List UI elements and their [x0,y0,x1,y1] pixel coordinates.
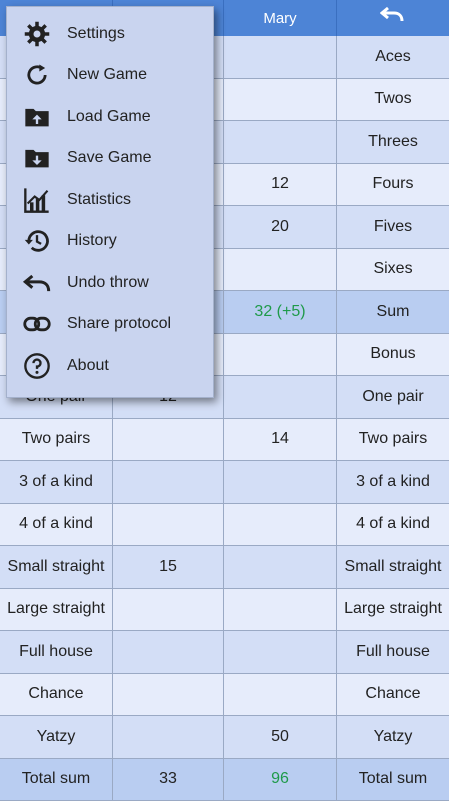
player2-score-cell[interactable] [224,589,337,632]
row-label-right: Large straight [337,589,449,632]
player1-score-cell[interactable]: 15 [113,546,224,589]
player1-score-cell[interactable] [113,419,224,462]
player2-score-cell[interactable] [224,79,337,122]
table-row: Large straight Large straight [0,589,449,632]
row-label: Total sum [0,759,113,801]
row-label: Small straight [0,546,113,589]
row-label: Yatzy [0,716,113,759]
help-icon [7,352,67,380]
player2-score-cell[interactable]: 50 [224,716,337,759]
player2-score-cell[interactable] [224,674,337,717]
gear-icon [7,20,67,48]
menu-item-new-game[interactable]: New Game [7,55,213,97]
history-icon [7,227,67,255]
menu-item-load-game[interactable]: Load Game [7,96,213,138]
row-label-right: Total sum [337,759,449,801]
row-label-right: Small straight [337,546,449,589]
table-row: Yatzy50Yatzy [0,716,449,759]
menu-item-history[interactable]: History [7,221,213,263]
player2-score-cell[interactable]: 12 [224,164,337,207]
player2-name: Mary [263,10,296,27]
table-row: Chance Chance [0,674,449,717]
menu-item-label: Load Game [67,108,151,126]
player2-score-cell[interactable] [224,631,337,674]
table-row: Two pairs14Two pairs [0,419,449,462]
row-label-right: Bonus [337,334,449,377]
player1-score-cell[interactable] [113,674,224,717]
undo-icon [7,269,67,297]
row-label-right: Full house [337,631,449,674]
menu-item-settings[interactable]: Settings [7,13,213,55]
row-label-right: One pair [337,376,449,419]
refresh-icon [7,61,67,89]
player1-score-cell[interactable] [113,631,224,674]
menu-item-label: Share protocol [67,315,171,333]
undo-icon [380,6,406,30]
player1-score-cell[interactable] [113,716,224,759]
menu-item-label: Statistics [67,191,131,209]
row-label-right: Fives [337,206,449,249]
row-label: Large straight [0,589,113,632]
row-label-right: Yatzy [337,716,449,759]
player2-score-cell[interactable] [224,36,337,79]
menu-item-label: Undo throw [67,274,149,292]
row-label: Two pairs [0,419,113,462]
table-row: 3 of a kind 3 of a kind [0,461,449,504]
menu-item-label: About [67,357,109,375]
row-label-right: Sixes [337,249,449,292]
menu-item-undo-throw[interactable]: Undo throw [7,262,213,304]
player2-score-cell[interactable]: 96 [224,759,337,801]
menu-item-about[interactable]: About [7,345,213,387]
player2-score-cell[interactable] [224,461,337,504]
menu-item-statistics[interactable]: Statistics [7,179,213,221]
player1-score-cell[interactable] [113,461,224,504]
row-label: Full house [0,631,113,674]
row-label: 4 of a kind [0,504,113,547]
player2-score-cell[interactable]: 14 [224,419,337,462]
undo-button[interactable] [337,0,449,36]
row-label-right: Aces [337,36,449,79]
row-label-right: 3 of a kind [337,461,449,504]
player1-score-cell[interactable]: 33 [113,759,224,801]
player2-score-cell[interactable] [224,376,337,419]
row-label-right: Chance [337,674,449,717]
link-icon [7,310,67,338]
player2-score-cell[interactable]: 32 (+5) [224,291,337,334]
player2-score-cell[interactable] [224,504,337,547]
menu-item-share-protocol[interactable]: Share protocol [7,304,213,346]
player1-score-cell[interactable] [113,589,224,632]
row-label-right: 4 of a kind [337,504,449,547]
menu-item-label: Save Game [67,149,151,167]
player2-score-cell[interactable] [224,334,337,377]
chart-icon [7,186,67,214]
player2-score-cell[interactable]: 20 [224,206,337,249]
player2-score-cell[interactable] [224,546,337,589]
row-label-right: Threes [337,121,449,164]
table-row: Small straight15Small straight [0,546,449,589]
table-row: 4 of a kind 4 of a kind [0,504,449,547]
player2-score-cell[interactable] [224,121,337,164]
player2-score-cell[interactable] [224,249,337,292]
row-label: 3 of a kind [0,461,113,504]
header-cell-player2[interactable]: Mary [224,0,337,36]
folder-upload-icon [7,103,67,131]
row-label: Chance [0,674,113,717]
row-label-right: Sum [337,291,449,334]
menu-item-label: New Game [67,66,147,84]
table-row: Total sum3396Total sum [0,759,449,801]
menu-item-label: Settings [67,25,125,43]
folder-download-icon [7,144,67,172]
table-row: Full house Full house [0,631,449,674]
menu-item-label: History [67,232,117,250]
row-label-right: Two pairs [337,419,449,462]
row-label-right: Twos [337,79,449,122]
row-label-right: Fours [337,164,449,207]
player1-score-cell[interactable] [113,504,224,547]
overflow-menu: Settings New Game Load Game Save Game Statis… [6,6,214,398]
menu-item-save-game[interactable]: Save Game [7,138,213,180]
